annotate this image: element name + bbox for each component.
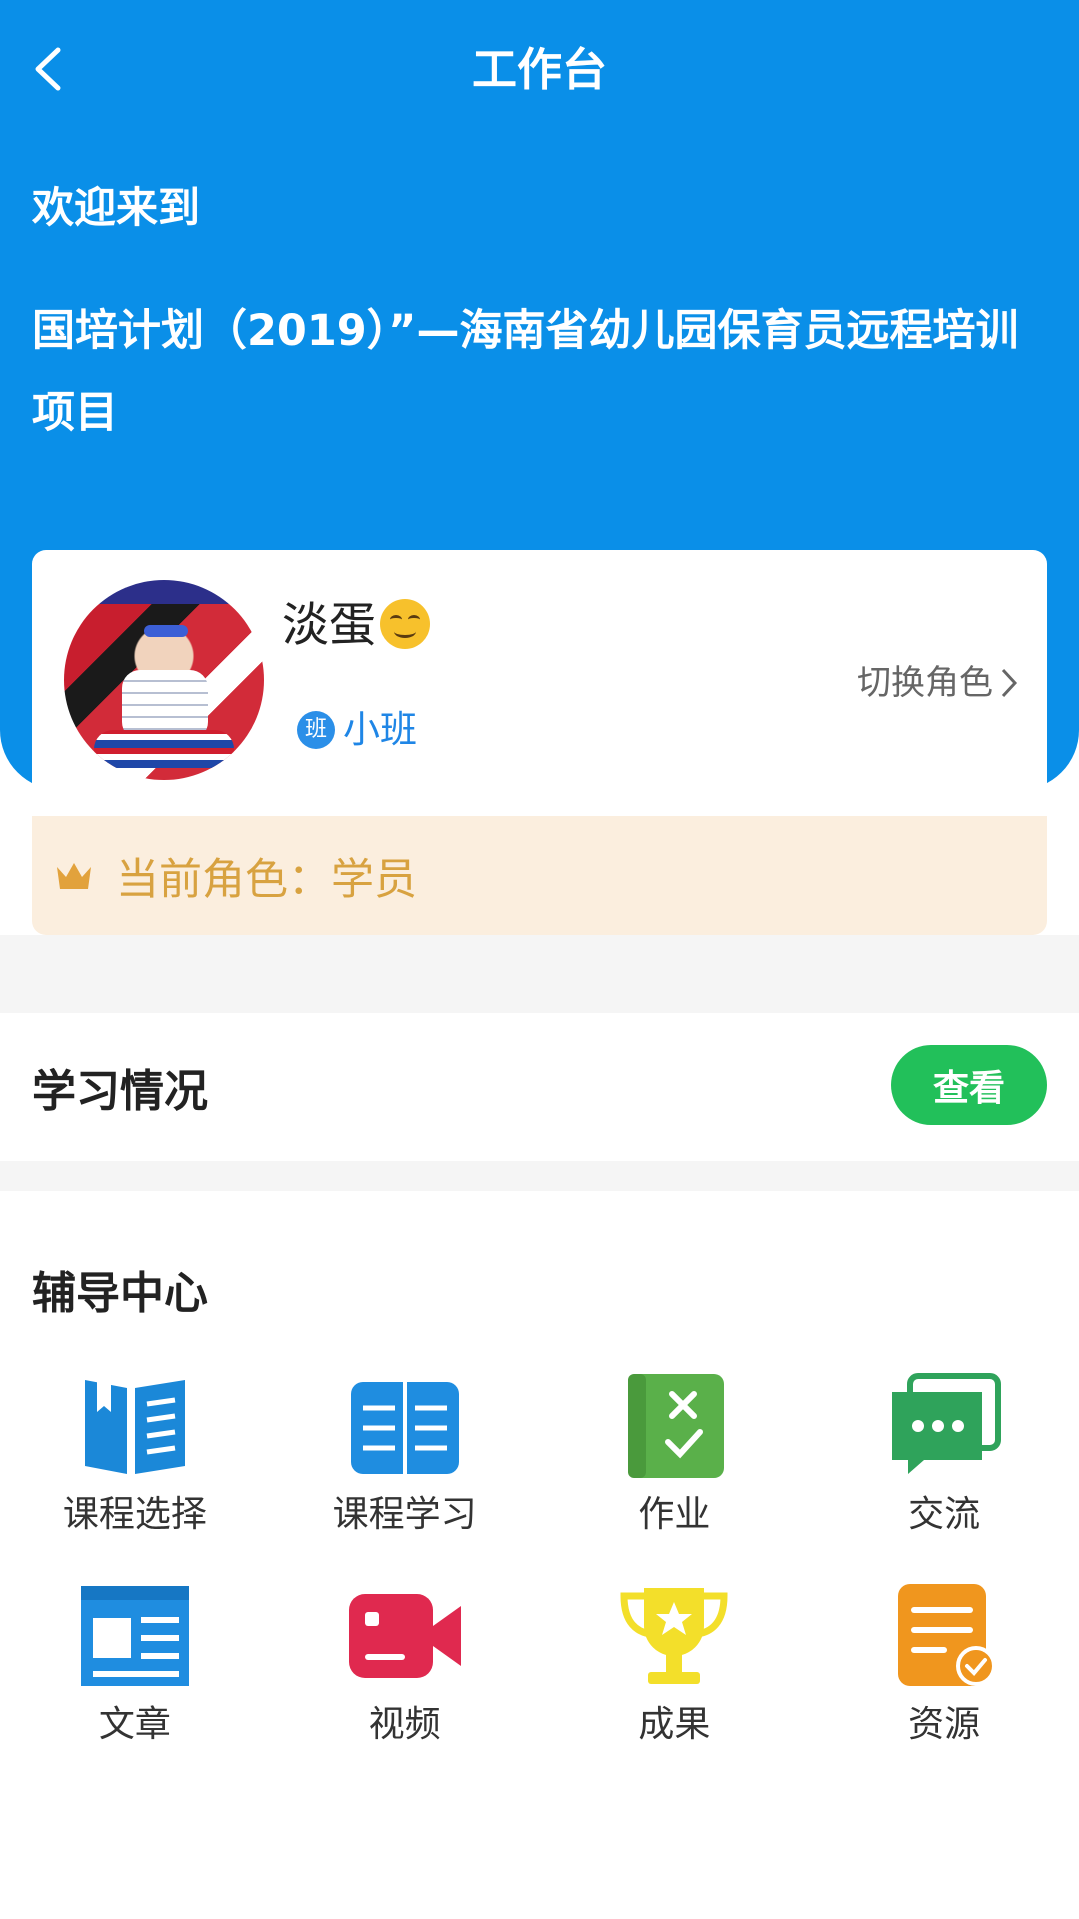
homework-icon — [628, 1374, 725, 1478]
study-status-row: 学习情况 查看 — [0, 1013, 1079, 1161]
menu-label: 作业 — [638, 1494, 711, 1535]
chat-icon — [892, 1373, 1002, 1474]
profile-card: 淡蛋 班 小班 切换角色 当前角色：学员 — [32, 550, 1047, 935]
article-icon — [80, 1586, 189, 1686]
class-tag: 班 小班 — [297, 705, 417, 755]
tutoring-center-title: 辅导中心 — [32, 1268, 208, 1319]
class-name: 小班 — [343, 708, 417, 751]
menu-item-homework[interactable]: 作业 — [540, 1370, 810, 1540]
welcome-text: 欢迎来到 — [32, 183, 201, 232]
menu-item-course-study[interactable]: 课程学习 — [270, 1370, 540, 1540]
tutoring-grid: 课程选择 课程学习 作业 交流 文章 视频 成果 资源 — [0, 1370, 1079, 1750]
switch-role-link[interactable]: 切换角色 — [857, 658, 1019, 708]
course-select-icon — [84, 1380, 185, 1474]
study-status-title: 学习情况 — [32, 1066, 208, 1117]
project-title: 国培计划（2019）”—海南省幼儿园保育员远程培训项目 — [32, 306, 1019, 438]
menu-item-course-select[interactable]: 课程选择 — [0, 1370, 270, 1540]
menu-label: 课程学习 — [332, 1494, 477, 1535]
course-study-icon — [350, 1382, 459, 1474]
view-button[interactable]: 查看 — [891, 1045, 1047, 1125]
menu-label: 视频 — [368, 1704, 441, 1745]
switch-role-label: 切换角色 — [857, 663, 993, 703]
section-divider — [0, 1161, 1079, 1191]
page-title: 工作台 — [471, 43, 607, 96]
menu-label: 交流 — [908, 1494, 981, 1535]
menu-item-video[interactable]: 视频 — [270, 1580, 540, 1750]
crown-icon — [57, 863, 91, 889]
hugging-emoji-icon — [380, 599, 430, 649]
current-role-bar: 当前角色：学员 — [32, 816, 1047, 935]
user-name-text: 淡蛋 — [282, 598, 376, 653]
menu-item-resource[interactable]: 资源 — [809, 1580, 1079, 1750]
trophy-icon — [620, 1588, 728, 1684]
class-icon: 班 — [297, 711, 335, 749]
chevron-right-icon — [1001, 668, 1018, 698]
current-role-text: 当前角色：学员 — [116, 855, 417, 905]
menu-label: 课程选择 — [62, 1494, 207, 1535]
menu-item-chat[interactable]: 交流 — [809, 1370, 1079, 1540]
user-name: 淡蛋 — [282, 595, 430, 657]
menu-label: 文章 — [98, 1704, 171, 1745]
video-icon — [348, 1594, 461, 1678]
section-divider — [0, 935, 1079, 1013]
resource-icon — [898, 1584, 997, 1686]
menu-label: 资源 — [908, 1704, 981, 1745]
avatar — [64, 580, 264, 780]
menu-item-article[interactable]: 文章 — [0, 1580, 270, 1750]
menu-item-achievement[interactable]: 成果 — [540, 1580, 810, 1750]
menu-label: 成果 — [638, 1704, 711, 1745]
